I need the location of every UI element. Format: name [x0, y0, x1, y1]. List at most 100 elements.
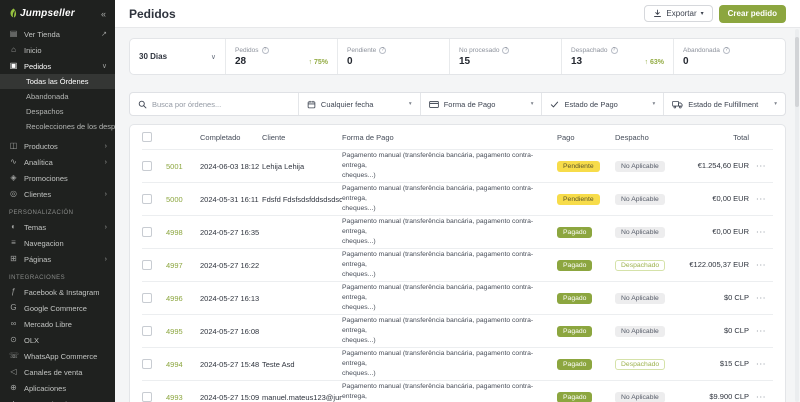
column-header-forma-de-pago: Forma de Pago: [342, 132, 394, 142]
sidebar-item-recolecciones[interactable]: Recolecciones de los despachos: [0, 119, 115, 134]
order-payment-method: Pagamento manual (transferência bancária…: [342, 316, 534, 345]
order-number-link[interactable]: 5000: [166, 195, 200, 204]
row-checkbox[interactable]: [142, 359, 152, 369]
create-order-button[interactable]: Crear pedido: [718, 4, 786, 23]
sidebar-item-abandonada[interactable]: Abandonada: [0, 89, 115, 104]
table-row[interactable]: 4994 2024-05-27 15:48 Teste Asd Pagament…: [142, 347, 773, 380]
stat-pedidos: Pedidos ? 28 ↑ 75%: [226, 39, 338, 74]
column-header-pago: Pago: [557, 132, 575, 142]
orders-search[interactable]: [130, 93, 299, 115]
olx-icon: ⊙: [10, 335, 17, 344]
sidebar-item-label: Pedidos: [24, 61, 52, 71]
sidebar-item-inicio[interactable]: ⌂ Inicio: [0, 42, 115, 58]
brand-logo-text[interactable]: Jumpseller: [20, 8, 75, 19]
sidebar-item-whatsapp-commerce[interactable]: ☏ WhatsApp Commerce: [0, 348, 115, 364]
caret-down-icon: ▾: [774, 101, 777, 107]
table-row[interactable]: 5000 2024-05-31 16:11 Fdsfd Fdsfsdsfddsd…: [142, 182, 773, 215]
row-checkbox[interactable]: [142, 293, 152, 303]
sidebar-item-label: Inicio: [24, 45, 42, 55]
stats-card: 30 Dias ∨ Pedidos ? 28 ↑ 75% Pendiente ?…: [129, 38, 786, 75]
fulfillment-status-badge: No Aplicable: [615, 226, 665, 238]
sidebar-section-personalizacion: PERSONALIZACIÓN: [9, 210, 74, 216]
info-icon[interactable]: ?: [610, 46, 618, 54]
caret-down-icon: ▾: [530, 101, 534, 107]
payment-method-filter[interactable]: Forma de Pago ▾: [421, 93, 543, 115]
sidebar-item-navegacion[interactable]: ≡ Navegacion: [0, 235, 115, 251]
row-actions-button[interactable]: ⋯: [749, 293, 773, 304]
navigation-menu-icon: ≡: [11, 238, 16, 247]
export-button-label: Exportar: [666, 9, 697, 18]
sidebar-item-promociones[interactable]: ◈ Promociones: [0, 170, 115, 186]
row-actions-button[interactable]: ⋯: [749, 392, 773, 402]
info-icon[interactable]: ?: [379, 46, 387, 54]
row-actions-button[interactable]: ⋯: [749, 161, 773, 172]
stat-value: 0: [683, 55, 689, 67]
row-actions-button[interactable]: ⋯: [749, 359, 773, 370]
payment-status-badge: Pendiente: [557, 193, 600, 205]
sidebar-item-temas[interactable]: ◐ Temas ›: [0, 219, 115, 235]
table-row[interactable]: 4997 2024-05-27 16:22 Pagamento manual (…: [142, 248, 773, 281]
sidebar-item-todas-las-ordenes[interactable]: Todas las Órdenes: [0, 74, 115, 89]
payment-status-filter[interactable]: Estado de Pago ▾: [542, 93, 665, 115]
trend-up-badge: ↑ 63%: [644, 58, 664, 66]
date-filter[interactable]: Cualquier fecha ▾: [299, 93, 421, 115]
sidebar-item-productos[interactable]: ◫ Productos ›: [0, 138, 115, 154]
order-number-link[interactable]: 4994: [166, 360, 200, 369]
search-input[interactable]: [152, 99, 290, 109]
row-actions-button[interactable]: ⋯: [749, 194, 773, 205]
info-icon[interactable]: ?: [261, 46, 269, 54]
row-actions-button[interactable]: ⋯: [749, 326, 773, 337]
order-number-link[interactable]: 4995: [166, 327, 200, 336]
table-row[interactable]: 4998 2024-05-27 16:35 Pagamento manual (…: [142, 215, 773, 248]
order-number-link[interactable]: 4993: [166, 393, 200, 402]
sidebar-item-facebook-instagram[interactable]: ƒ Facebook & Instagram: [0, 284, 115, 300]
export-button[interactable]: Exportar ▾: [644, 5, 713, 22]
truck-icon: [672, 100, 683, 108]
chevron-right-icon: ›: [104, 255, 107, 263]
fulfillment-status-badge: No Aplicable: [615, 193, 665, 205]
home-icon: ⌂: [11, 45, 16, 54]
select-all-checkbox[interactable]: [142, 132, 152, 142]
row-checkbox[interactable]: [142, 227, 152, 237]
order-number-link[interactable]: 4996: [166, 294, 200, 303]
order-number-link[interactable]: 5001: [166, 162, 200, 171]
sidebar-item-paginas[interactable]: ⊞ Páginas ›: [0, 251, 115, 267]
order-client: Teste Asd: [262, 359, 295, 369]
fulfillment-status-filter[interactable]: Estado de Fulfillment ▾: [664, 93, 785, 115]
row-checkbox[interactable]: [142, 260, 152, 270]
row-actions-button[interactable]: ⋯: [749, 260, 773, 271]
sidebar-item-ver-tienda[interactable]: ▤ Ver Tienda ↗: [0, 26, 115, 42]
table-row[interactable]: 4995 2024-05-27 16:08 Pagamento manual (…: [142, 314, 773, 347]
scrollbar-thumb[interactable]: [795, 37, 799, 107]
table-row[interactable]: 4996 2024-05-27 16:13 Pagamento manual (…: [142, 281, 773, 314]
sidebar-item-automatizaciones[interactable]: ∴ Automatizaciones: [0, 396, 115, 402]
sidebar-item-despachos[interactable]: Despachos: [0, 104, 115, 119]
stat-no-procesado: No procesado ? 15: [450, 39, 562, 74]
table-row[interactable]: 5001 2024-06-03 18:12 Lehija Lehija Paga…: [142, 149, 773, 182]
sidebar-item-mercado-libre[interactable]: ∞ Mercado Libre: [0, 316, 115, 332]
sidebar-item-aplicaciones[interactable]: ⊕ Aplicaciones: [0, 380, 115, 396]
sidebar-item-canales-de-venta[interactable]: ◁ Canales de venta: [0, 364, 115, 380]
table-row[interactable]: 4993 2024-05-27 15:09 manuel.mateus123@j…: [142, 380, 773, 402]
row-checkbox[interactable]: [142, 326, 152, 336]
order-number-link[interactable]: 4997: [166, 261, 200, 270]
info-icon[interactable]: ?: [722, 46, 730, 54]
store-icon: ▤: [9, 29, 18, 38]
order-number-link[interactable]: 4998: [166, 228, 200, 237]
period-selector[interactable]: 30 Dias ∨: [130, 39, 226, 74]
sidebar-item-google-commerce[interactable]: G Google Commerce: [0, 300, 115, 316]
sidebar-item-label: Promociones: [24, 173, 68, 183]
row-actions-button[interactable]: ⋯: [749, 227, 773, 238]
sidebar-item-olx[interactable]: ⊙ OLX: [0, 332, 115, 348]
themes-palette-icon: ◐: [11, 222, 16, 231]
sidebar-item-pedidos[interactable]: ▣ Pedidos ∨: [0, 58, 115, 74]
order-total: $0 CLP: [723, 292, 749, 302]
info-icon[interactable]: ?: [502, 46, 510, 54]
sidebar-item-analitica[interactable]: ∿ Analítica ›: [0, 154, 115, 170]
sidebar-item-clientes[interactable]: ◎ Clientes ›: [0, 186, 115, 202]
row-checkbox[interactable]: [142, 161, 152, 171]
whatsapp-icon: ☏: [9, 351, 20, 360]
row-checkbox[interactable]: [142, 392, 152, 402]
sidebar-collapse-icon[interactable]: «: [101, 9, 106, 19]
row-checkbox[interactable]: [142, 194, 152, 204]
